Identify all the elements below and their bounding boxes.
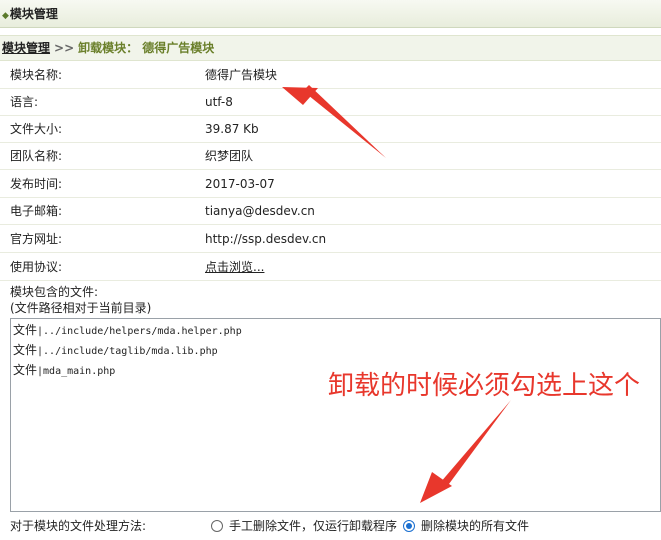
file-type: 文件 (13, 323, 38, 337)
file-type: 文件 (13, 363, 38, 377)
files-textarea[interactable]: 文件|../include/helpers/mda.helper.php 文件|… (10, 318, 661, 512)
info-value: tianya@desdev.cn (205, 204, 315, 218)
info-value: utf-8 (205, 95, 233, 109)
window-title: 模块管理 (9, 7, 58, 21)
option-label: 手工删除文件，仅运行卸载程序 (229, 519, 398, 533)
info-value: 德得广告模块 (205, 68, 278, 82)
info-row-release-date: 发布时间: 2017-03-07 (0, 171, 661, 198)
file-path: |../include/taglib/mda.lib.php (37, 346, 218, 357)
option-delete-all-files[interactable]: 删除模块的所有文件 (403, 513, 529, 540)
info-label: 文件大小: (10, 122, 63, 136)
license-view-link[interactable]: 点击浏览... (205, 254, 264, 280)
info-row-license: 使用协议: 点击浏览... (0, 254, 661, 281)
info-label: 使用协议: (10, 260, 63, 274)
info-row-website: 官方网址: http://ssp.desdev.cn (0, 226, 661, 253)
diamond-bullet-icon: ◆ (2, 11, 9, 21)
info-label: 语言: (10, 95, 39, 109)
breadcrumb-separator: >> (54, 41, 75, 55)
option-manual-delete[interactable]: 手工删除文件，仅运行卸载程序 (211, 513, 397, 540)
window-title-bar: ◆模块管理 (0, 0, 661, 28)
files-section-label: 模块包含的文件: (文件路径相对于当前目录) (10, 284, 151, 316)
file-path: |mda_main.php (37, 366, 116, 377)
info-row-language: 语言: utf-8 (0, 89, 661, 116)
option-label: 删除模块的所有文件 (421, 519, 530, 533)
file-handling-label: 对于模块的文件处理方法: (10, 519, 147, 533)
info-label: 团队名称: (10, 149, 63, 163)
info-value: 39.87 Kb (205, 122, 259, 136)
info-row-team-name: 团队名称: 织梦团队 (0, 143, 661, 170)
breadcrumb-root-link[interactable]: 模块管理 (2, 41, 50, 55)
info-row-file-size: 文件大小: 39.87 Kb (0, 116, 661, 143)
info-value: 2017-03-07 (205, 177, 275, 191)
info-label: 发布时间: (10, 177, 63, 191)
files-label: 模块包含的文件: (10, 285, 99, 299)
annotation-note: 卸载的时候必须勾选上这个 (328, 371, 641, 401)
radio-unchecked-icon[interactable] (211, 519, 223, 532)
breadcrumb-current: 卸载模块： 德得广告模块 (78, 41, 215, 55)
file-type: 文件 (13, 343, 38, 357)
files-sublabel: (文件路径相对于当前目录) (10, 301, 152, 315)
info-label: 电子邮箱: (10, 204, 63, 218)
file-line: 文件|../include/helpers/mda.helper.php (13, 321, 658, 341)
info-label: 模块名称: (10, 68, 63, 82)
info-value: 织梦团队 (205, 149, 254, 163)
breadcrumb: 模块管理 >> 卸载模块： 德得广告模块 (0, 35, 661, 61)
radio-checked-icon[interactable] (403, 519, 415, 532)
file-path: |../include/helpers/mda.helper.php (37, 326, 242, 337)
info-label: 官方网址: (10, 232, 63, 246)
info-value: http://ssp.desdev.cn (205, 232, 327, 246)
info-row-module-name: 模块名称: 德得广告模块 (0, 62, 661, 89)
file-line: 文件|../include/taglib/mda.lib.php (13, 341, 658, 361)
info-row-email: 电子邮箱: tianya@desdev.cn (0, 198, 661, 225)
